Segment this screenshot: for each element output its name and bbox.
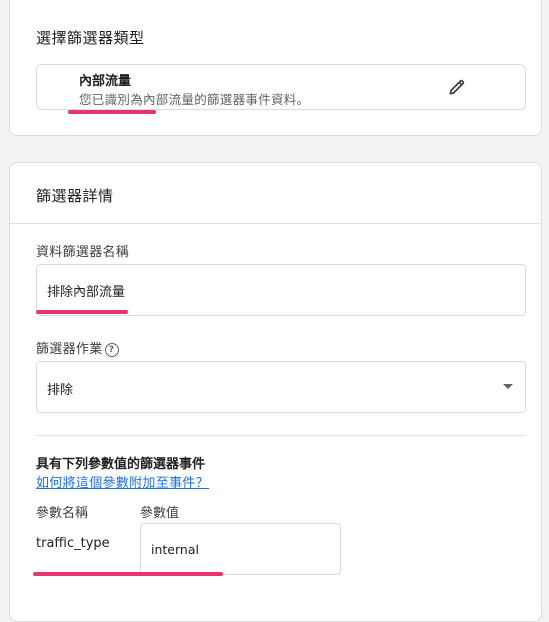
pencil-icon[interactable]	[447, 77, 467, 97]
param-name-value: traffic_type	[36, 536, 110, 551]
highlight-underline-type	[68, 110, 156, 114]
help-icon[interactable]: ?	[104, 343, 119, 357]
section-divider	[10, 223, 541, 224]
events-heading: 具有下列參數值的篩選器事件	[36, 457, 206, 472]
attach-param-help-link[interactable]: 如何將這個參數附加至事件？	[36, 472, 209, 491]
highlight-underline-name	[36, 310, 128, 314]
filter-details-card: 篩選器詳情 資料篩選器名稱 篩選器作業? 排除 具有下列參數值的篩選器事件 如何…	[9, 162, 542, 622]
filter-type-name: 內部流量	[79, 74, 132, 89]
filter-type-title: 選擇篩選器類型	[36, 29, 145, 47]
filter-name-input[interactable]	[36, 264, 526, 316]
filter-details-title: 篩選器詳情	[36, 187, 114, 205]
dropdown-arrow-icon	[503, 384, 513, 389]
filter-name-label: 資料篩選器名稱	[36, 245, 130, 260]
param-value-input[interactable]	[140, 523, 341, 575]
filter-type-description: 您已識別為內部流量的篩選器事件資料。	[79, 92, 310, 107]
highlight-underline-param	[33, 572, 223, 576]
filter-type-box[interactable]: 內部流量 您已識別為內部流量的篩選器事件資料。	[36, 64, 526, 110]
filter-operation-select[interactable]: 排除	[36, 361, 526, 413]
param-name-header: 參數名稱	[36, 506, 89, 521]
filter-operation-value: 排除	[47, 383, 74, 398]
filter-operation-label: 篩選器作業?	[36, 338, 119, 357]
filter-type-card: 選擇篩選器類型 內部流量 您已識別為內部流量的篩選器事件資料。	[9, 0, 542, 136]
events-divider	[36, 435, 526, 436]
filter-operation-label-text: 篩選器作業	[36, 342, 103, 357]
param-value-header: 參數值	[140, 506, 180, 521]
